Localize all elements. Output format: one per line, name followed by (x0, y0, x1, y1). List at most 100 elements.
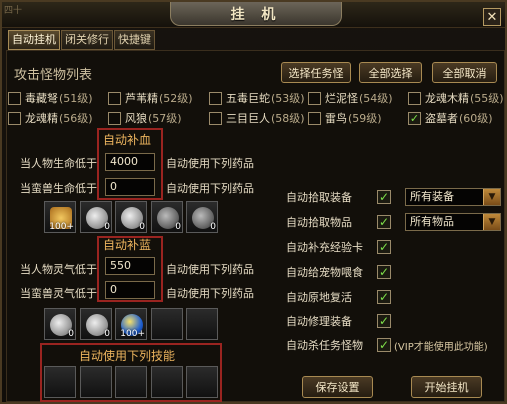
option-checkbox[interactable]: ✓ (377, 190, 391, 204)
option-label: 自动拾取装备 (286, 191, 352, 204)
title-bar[interactable]: 四十 挂 机 ✕ (2, 2, 505, 28)
equipment-filter-select[interactable]: 所有装备 ▼ (405, 188, 501, 206)
mp-empty-slot[interactable] (186, 308, 218, 340)
monster-name: 烂泥怪 (325, 92, 358, 105)
option-auto-exp-card[interactable]: 自动补充经验卡 ✓ (286, 238, 391, 256)
option-label: 自动杀任务怪物 (286, 339, 363, 352)
monster-checkbox[interactable] (108, 91, 121, 105)
mp-medicine-slot[interactable]: 0 (80, 308, 112, 340)
tab-hotkeys[interactable]: 快捷键 (114, 30, 155, 50)
monster-checkbox[interactable]: ✓ (408, 111, 421, 125)
monster-item[interactable]: 五毒巨蛇 (53级) (209, 90, 305, 106)
skill-slot[interactable] (115, 366, 147, 398)
skill-slot[interactable] (186, 366, 218, 398)
close-button[interactable]: ✕ (483, 8, 501, 26)
monster-item[interactable]: ✓ 盗墓者 (60级) (408, 110, 493, 126)
monster-checkbox[interactable] (408, 91, 421, 105)
option-checkbox[interactable]: ✓ (377, 338, 391, 352)
option-checkbox[interactable]: ✓ (377, 215, 391, 229)
monster-item[interactable]: 毒藏弩 (51级) (8, 90, 93, 106)
monster-checkbox[interactable] (209, 91, 222, 105)
monster-item[interactable]: 龙魂精 (56级) (8, 110, 93, 126)
tab-auto-battle[interactable]: 自动挂机 (8, 30, 60, 50)
save-settings-button[interactable]: 保存设置 (302, 376, 373, 398)
slot-count: 100+ (120, 329, 145, 339)
player-hp-suffix: 自动使用下列药品 (166, 157, 254, 170)
select-all-button[interactable]: 全部选择 (359, 62, 422, 83)
mp-medicine-slot[interactable]: 0 (44, 308, 76, 340)
hp-medicine-slot[interactable]: 0 (186, 201, 218, 233)
checkmark-icon: ✓ (378, 290, 390, 304)
option-label: 自动原地复活 (286, 291, 352, 304)
monster-level: (56级) (59, 112, 93, 125)
monster-name: 五毒巨蛇 (226, 92, 270, 105)
chevron-down-icon[interactable]: ▼ (483, 189, 500, 205)
option-checkbox[interactable]: ✓ (377, 314, 391, 328)
option-auto-kill-quest-monster[interactable]: 自动杀任务怪物 ✓ (VIP才能使用此功能) (286, 336, 488, 354)
skill-slot[interactable] (44, 366, 76, 398)
hp-medicine-slot[interactable]: 100+ (44, 201, 76, 233)
option-auto-revive[interactable]: 自动原地复活 ✓ (286, 288, 391, 306)
hp-medicine-slot[interactable]: 0 (80, 201, 112, 233)
monster-checkbox[interactable] (209, 111, 222, 125)
pet-mp-threshold-input[interactable]: 0 (105, 281, 155, 299)
monster-level: (58级) (271, 112, 305, 125)
start-auto-battle-button[interactable]: 开始挂机 (411, 376, 482, 398)
monster-item[interactable]: 龙魂木精 (55级) (408, 90, 504, 106)
monster-item[interactable]: 烂泥怪 (54级) (308, 90, 393, 106)
option-checkbox[interactable]: ✓ (377, 290, 391, 304)
monster-checkbox[interactable] (8, 91, 21, 105)
option-auto-pickup-items[interactable]: 自动拾取物品 ✓ (286, 213, 391, 231)
option-checkbox[interactable]: ✓ (377, 240, 391, 254)
tab-seclusion-training[interactable]: 闭关修行 (61, 30, 113, 50)
monster-level: (53级) (271, 92, 305, 105)
skill-slot[interactable] (80, 366, 112, 398)
monster-item[interactable]: 芦苇精 (52级) (108, 90, 193, 106)
mp-medicine-slot[interactable]: 100+ (115, 308, 147, 340)
mp-empty-slot[interactable] (151, 308, 183, 340)
pet-mp-suffix: 自动使用下列药品 (166, 287, 254, 300)
vip-note: (VIP才能使用此功能) (394, 341, 488, 353)
pet-hp-threshold-input[interactable]: 0 (105, 178, 155, 196)
select-value: 所有装备 (410, 190, 454, 203)
slot-count: 0 (139, 222, 145, 232)
option-auto-pickup-equipment[interactable]: 自动拾取装备 ✓ (286, 188, 391, 206)
monster-item[interactable]: 三目巨人 (58级) (209, 110, 305, 126)
option-auto-feed-pet[interactable]: 自动给宠物喂食 ✓ (286, 263, 391, 281)
player-mp-threshold-input[interactable]: 550 (105, 257, 155, 275)
chevron-down-icon[interactable]: ▼ (483, 214, 500, 230)
monster-name: 龙魂木精 (425, 92, 469, 105)
monster-name: 龙魂精 (25, 112, 58, 125)
checkmark-icon: ✓ (378, 215, 390, 229)
monster-checkbox[interactable] (308, 111, 321, 125)
monster-checkbox[interactable] (108, 111, 121, 125)
monster-name: 盗墓者 (425, 112, 458, 125)
monster-level: (59级) (348, 112, 382, 125)
player-mp-label: 当人物灵气低于 (20, 263, 97, 276)
option-checkbox[interactable]: ✓ (377, 265, 391, 279)
slot-count: 0 (68, 329, 74, 339)
monster-item[interactable]: 雷鸟 (59级) (308, 110, 382, 126)
item-filter-select[interactable]: 所有物品 ▼ (405, 213, 501, 231)
option-label: 自动给宠物喂食 (286, 266, 363, 279)
player-hp-threshold-input[interactable]: 4000 (105, 153, 155, 171)
hp-medicine-slot[interactable]: 0 (115, 201, 147, 233)
mp-section-title: 自动补蓝 (103, 238, 152, 252)
monster-item[interactable]: 风狼 (57级) (108, 110, 182, 126)
select-task-monster-button[interactable]: 选择任务怪 (281, 62, 351, 83)
hp-section-title: 自动补血 (103, 133, 152, 147)
player-hp-label: 当人物生命低于 (20, 157, 97, 170)
skills-section-title: 自动使用下列技能 (79, 349, 176, 363)
cancel-all-button[interactable]: 全部取消 (432, 62, 497, 83)
checkmark-icon: ✓ (378, 190, 390, 204)
auto-battle-window: 四十 挂 机 ✕ 自动挂机 闭关修行 快捷键 攻击怪物列表 选择任务怪 全部选择… (0, 0, 507, 404)
hp-medicine-slot[interactable]: 0 (151, 201, 183, 233)
checkmark-icon: ✓ (378, 314, 390, 328)
skill-slot[interactable] (151, 366, 183, 398)
monster-level: (52级) (159, 92, 193, 105)
monster-checkbox[interactable] (308, 91, 321, 105)
option-auto-repair[interactable]: 自动修理装备 ✓ (286, 312, 391, 330)
monster-level: (55级) (470, 92, 504, 105)
monster-name: 芦苇精 (125, 92, 158, 105)
monster-checkbox[interactable] (8, 111, 21, 125)
